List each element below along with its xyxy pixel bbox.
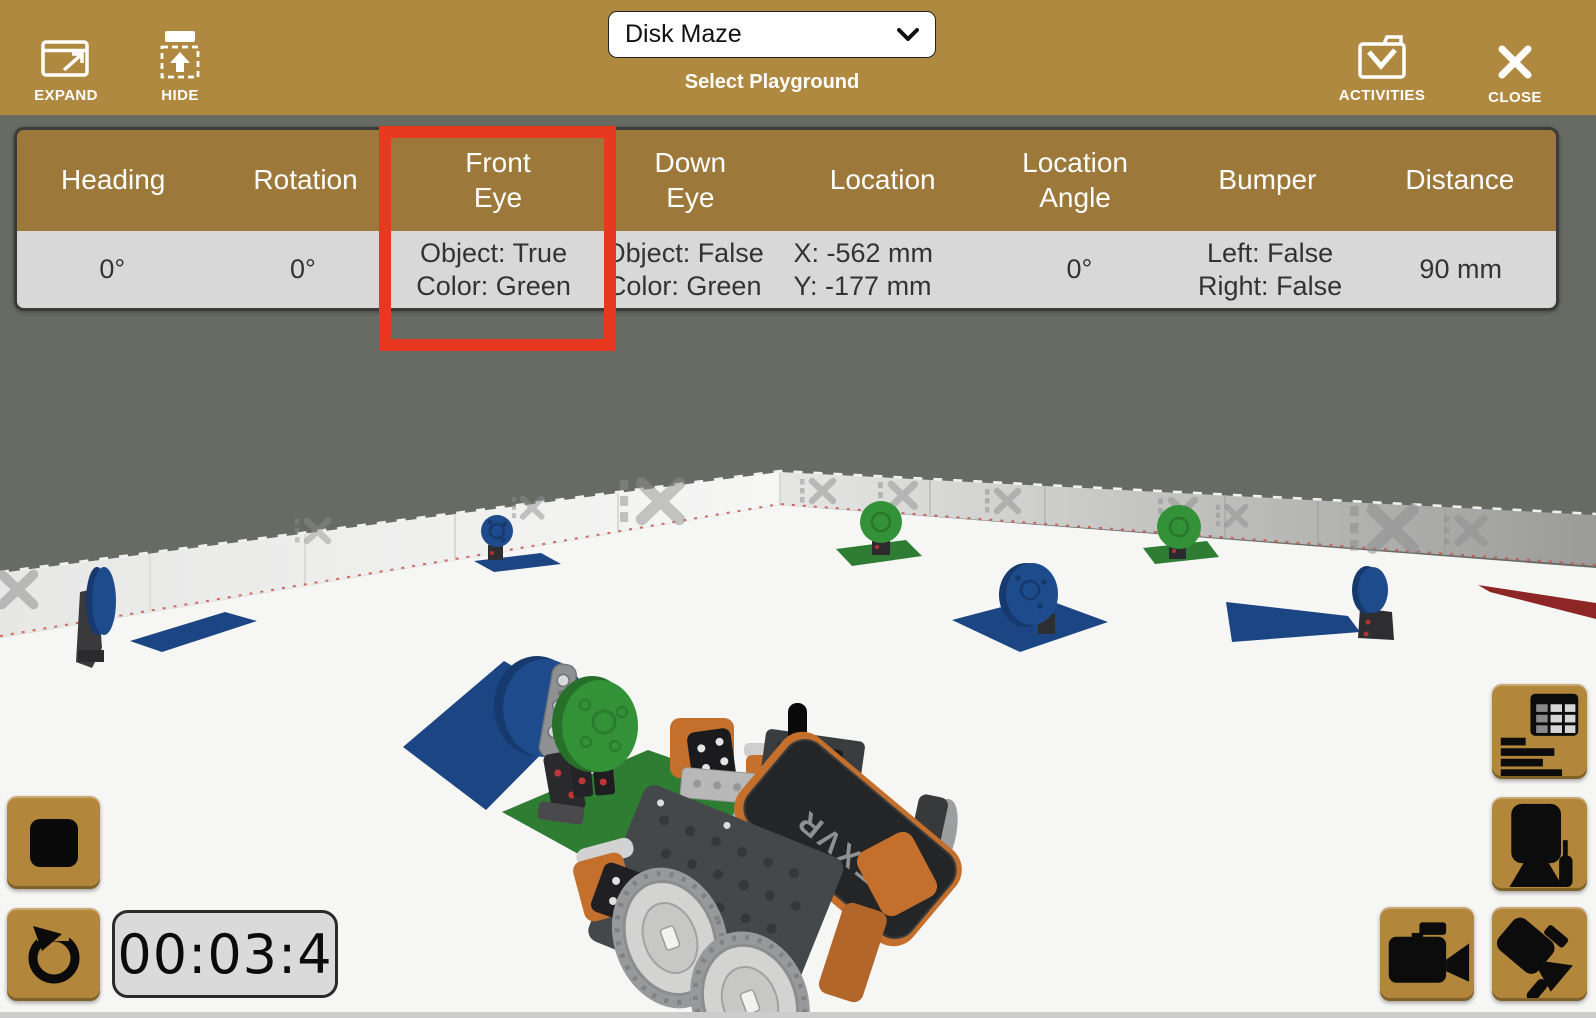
video-camera-button[interactable] [1380,907,1474,1001]
value-bumper: Left: FalseRight: False [1175,231,1366,308]
hide-button[interactable]: HIDE [140,12,220,104]
reset-button[interactable] [7,908,100,1001]
tilted-camera-button[interactable] [1492,907,1587,1001]
expand-label: EXPAND [34,87,98,104]
activities-label: ACTIVITIES [1339,87,1426,104]
expand-button[interactable]: EXPAND [18,12,114,104]
header-heading: Heading [17,130,209,231]
header-location-angle: LocationAngle [979,130,1171,231]
sensor-dashboard-header-row: Heading Rotation FrontEye DownEye Locati… [17,130,1556,231]
close-label: CLOSE [1488,89,1542,106]
bottom-edge-strip [0,1012,1596,1018]
close-button[interactable]: CLOSE [1478,14,1552,106]
header-down-eye: DownEye [594,130,786,231]
header-rotation: Rotation [209,130,401,231]
hide-label: HIDE [161,87,198,104]
dashboard-toggle-button[interactable] [1492,684,1587,779]
header-distance: Distance [1364,130,1556,231]
playground-select-caption: Select Playground [578,71,966,94]
sensor-dashboard-icon [1496,688,1584,776]
value-front-eye: Object: TrueColor: Green [398,231,589,308]
playground-select[interactable]: Disk Maze [608,11,936,58]
stop-button[interactable] [7,796,100,889]
expand-window-icon [40,34,92,80]
header-bumper: Bumper [1171,130,1363,231]
value-down-eye: Object: FalseColor: Green [589,231,780,308]
value-rotation: 0° [208,231,399,308]
reset-icon [23,924,85,986]
close-icon [1496,42,1534,82]
header-front-eye: FrontEye [402,130,594,231]
value-location-angle: 0° [984,231,1175,308]
tilted-camera-icon [1496,910,1584,998]
robot-camera-icon [1496,800,1584,888]
video-camera-icon [1383,910,1471,998]
hide-panel-icon [157,30,203,80]
chevron-down-icon [897,28,919,41]
robot-camera-button[interactable] [1492,797,1587,891]
activities-icon [1357,34,1407,80]
value-heading: 0° [17,231,208,308]
header-location: Location [787,130,979,231]
top-toolbar: EXPAND HIDE Disk Maze Select Playground … [0,0,1596,115]
value-distance: 90 mm [1365,231,1556,308]
stop-icon [30,819,78,867]
timer-display: 00:03:4 [112,910,338,998]
playground-select-value: Disk Maze [625,20,742,49]
activities-button[interactable]: ACTIVITIES [1328,12,1436,104]
value-location: X: -562 mmY: -177 mm [780,231,985,308]
sensor-dashboard-value-row: 0° 0° Object: TrueColor: Green Object: F… [17,231,1556,308]
sensor-dashboard: Heading Rotation FrontEye DownEye Locati… [14,127,1559,311]
